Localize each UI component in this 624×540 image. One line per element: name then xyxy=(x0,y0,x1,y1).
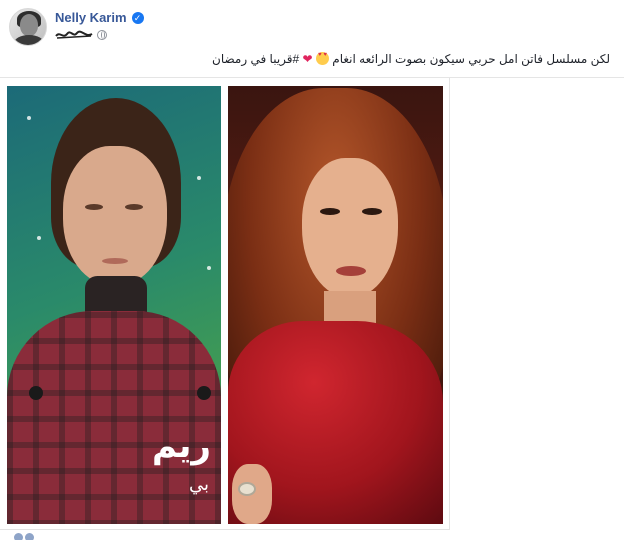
post-caption: لكن مسلسل فاتن امل حربي سيكون بصوت الرائ… xyxy=(10,52,610,66)
caption-hashtag[interactable]: #قريبا في رمضان xyxy=(212,52,299,66)
author-name[interactable]: Nelly Karim xyxy=(55,10,127,25)
caption-text: لكن مسلسل فاتن امل حربي سيكون بصوت الرائ… xyxy=(332,52,610,66)
photo-left[interactable]: ريم بي xyxy=(7,86,221,524)
verified-badge-icon: ✓ xyxy=(131,11,144,24)
red-heart-emoji-icon: ❤ xyxy=(302,52,313,66)
post-meta xyxy=(55,30,107,40)
reactions-icons[interactable] xyxy=(14,533,34,540)
photo-right[interactable] xyxy=(228,86,443,524)
heart-eyes-emoji-icon xyxy=(315,52,329,65)
redacted-timestamp xyxy=(55,30,93,39)
author-row: Nelly Karim ✓ xyxy=(55,10,144,25)
poster-title: ريم xyxy=(151,426,211,466)
facebook-post: Nelly Karim ✓ لكن مسلسل فاتن امل حربي سي… xyxy=(0,0,624,540)
poster-subtitle: بي xyxy=(188,474,209,495)
author-avatar[interactable] xyxy=(9,8,47,46)
globe-icon[interactable] xyxy=(97,30,107,40)
